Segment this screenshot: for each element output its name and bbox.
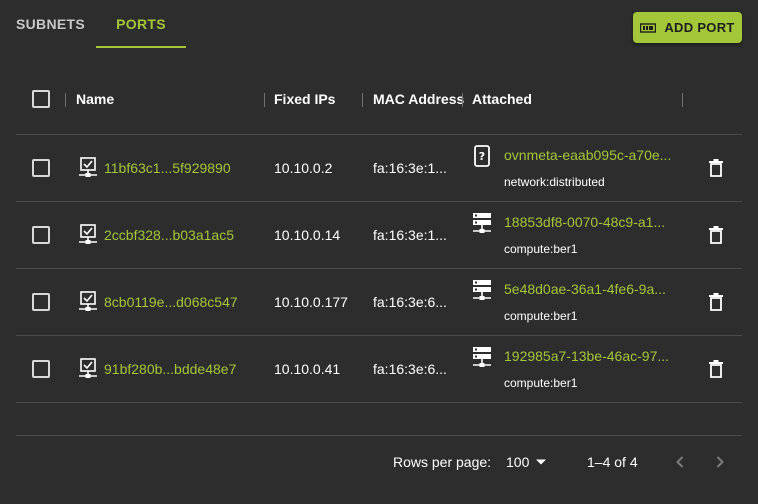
attached-device-owner: compute:ber1 — [504, 309, 578, 323]
attached-cell: 192985a7-13be-46ac-97... compute:ber1 — [472, 336, 682, 402]
column-separator[interactable] — [362, 93, 363, 107]
select-all-checkbox[interactable] — [32, 90, 50, 108]
tab-bar: SUBNETS PORTS — [0, 0, 186, 48]
table-empty-space — [16, 403, 742, 436]
row-checkbox[interactable] — [32, 360, 50, 378]
network-port-icon — [79, 224, 97, 244]
column-separator[interactable] — [264, 93, 265, 107]
port-name-link[interactable]: 8cb0119e...d068c547 — [104, 294, 238, 310]
server-icon — [473, 213, 491, 233]
ports-table: Name Fixed IPs MAC Address Attached 11bf… — [16, 63, 742, 436]
fixed-ip-value: 10.10.0.2 — [274, 160, 333, 176]
delete-icon[interactable] — [708, 226, 724, 244]
column-header-attached[interactable]: Attached — [472, 63, 532, 135]
port-name-link[interactable]: 91bf280b...bdde48e7 — [104, 361, 236, 377]
network-port-icon — [79, 157, 97, 177]
network-port-icon — [79, 291, 97, 311]
mac-address-value: fa:16:3e:6... — [373, 294, 447, 310]
table-header: Name Fixed IPs MAC Address Attached — [16, 63, 742, 135]
delete-icon[interactable] — [708, 159, 724, 177]
port-name-link[interactable]: 2ccbf328...b03a1ac5 — [104, 227, 234, 243]
attached-device-owner: compute:ber1 — [504, 376, 578, 390]
pagination-bar: Rows per page: 100 1–4 of 4 — [16, 436, 742, 488]
svg-text:?: ? — [479, 150, 485, 163]
column-separator[interactable] — [462, 93, 463, 107]
mac-address-value: fa:16:3e:6... — [373, 361, 447, 377]
server-icon — [473, 280, 491, 300]
rows-per-page-select[interactable]: 100 — [506, 454, 547, 470]
chevron-down-icon — [536, 459, 547, 465]
mac-address-value: fa:16:3e:1... — [373, 227, 447, 243]
select-all-cell — [32, 63, 50, 135]
previous-page-icon[interactable] — [670, 452, 690, 472]
attached-resource-link[interactable]: 18853df8-0070-48c9-a1... — [504, 214, 665, 230]
fixed-ip-value: 10.10.0.41 — [274, 361, 341, 377]
column-header-mac-address[interactable]: MAC Address — [373, 63, 464, 135]
mac-address-value: fa:16:3e:1... — [373, 160, 447, 176]
tab-ports[interactable]: PORTS — [96, 0, 186, 48]
column-header-name[interactable]: Name — [76, 63, 114, 135]
row-checkbox[interactable] — [32, 293, 50, 311]
unknown-device-icon: ? — [474, 145, 490, 167]
port-name-link[interactable]: 11bf63c1...5f929890 — [104, 160, 231, 176]
tab-subnets[interactable]: SUBNETS — [0, 0, 96, 48]
next-page-icon[interactable] — [710, 452, 730, 472]
attached-resource-link[interactable]: 5e48d0ae-36a1-4fe6-9a... — [504, 281, 666, 297]
column-separator[interactable] — [682, 93, 683, 107]
add-port-label: ADD PORT — [664, 20, 735, 35]
delete-icon[interactable] — [708, 360, 724, 378]
pagination-range: 1–4 of 4 — [587, 454, 638, 470]
attached-device-owner: compute:ber1 — [504, 242, 578, 256]
delete-icon[interactable] — [708, 293, 724, 311]
column-header-fixed-ips[interactable]: Fixed IPs — [274, 63, 335, 135]
row-checkbox[interactable] — [32, 226, 50, 244]
network-port-icon — [79, 358, 97, 378]
attached-cell: 18853df8-0070-48c9-a1... compute:ber1 — [472, 202, 682, 268]
attached-cell: ? ovnmeta-eaab095c-a70e... network:distr… — [472, 135, 682, 201]
row-checkbox[interactable] — [32, 159, 50, 177]
fixed-ip-value: 10.10.0.177 — [274, 294, 348, 310]
column-separator[interactable] — [65, 93, 66, 107]
ethernet-card-icon — [640, 22, 657, 33]
table-row: 2ccbf328...b03a1ac5 10.10.0.14 fa:16:3e:… — [16, 202, 742, 269]
attached-device-owner: network:distributed — [504, 175, 605, 189]
fixed-ip-value: 10.10.0.14 — [274, 227, 341, 243]
rows-per-page-label: Rows per page: — [393, 454, 492, 470]
attached-resource-link[interactable]: ovnmeta-eaab095c-a70e... — [504, 147, 671, 163]
table-row: 8cb0119e...d068c547 10.10.0.177 fa:16:3e… — [16, 269, 742, 336]
table-row: 91bf280b...bdde48e7 10.10.0.41 fa:16:3e:… — [16, 336, 742, 403]
rows-per-page-value: 100 — [506, 454, 530, 470]
table-row: 11bf63c1...5f929890 10.10.0.2 fa:16:3e:1… — [16, 135, 742, 202]
attached-cell: 5e48d0ae-36a1-4fe6-9a... compute:ber1 — [472, 269, 682, 335]
add-port-button[interactable]: ADD PORT — [633, 12, 742, 43]
server-icon — [473, 347, 491, 367]
attached-resource-link[interactable]: 192985a7-13be-46ac-97... — [504, 348, 669, 364]
